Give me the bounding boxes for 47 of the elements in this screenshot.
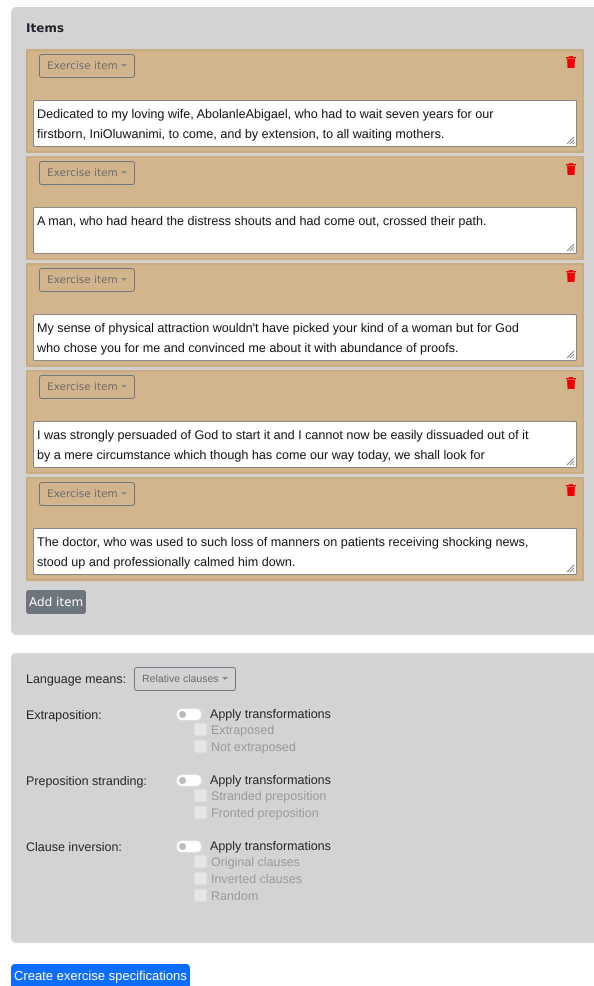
option-label: Not extraposed — [211, 740, 296, 754]
trash-icon[interactable] — [566, 270, 576, 282]
item-text-field[interactable]: I was strongly persuaded of God to start it and I cannot now be easily dissuaded out of it by a mere circumstance which though has come our way today, we shall look for — [33, 421, 577, 468]
caret-icon — [120, 278, 127, 282]
resize-grip-icon[interactable] — [565, 563, 575, 573]
resize-grip-icon[interactable] — [565, 349, 575, 359]
option-label: Inverted clauses — [211, 872, 302, 886]
item-type-dropdown[interactable]: Exercise item — [39, 161, 135, 185]
items-heading: Items — [26, 21, 65, 35]
caret-icon — [120, 171, 127, 175]
item-type-dropdown[interactable]: Exercise item — [39, 375, 135, 399]
option-label: Original clauses — [211, 854, 300, 868]
trash-icon[interactable] — [566, 56, 576, 68]
toggle-label: Apply transformations — [210, 707, 331, 721]
option-label: Stranded preposition — [211, 788, 326, 802]
trash-icon[interactable] — [566, 163, 576, 175]
caret-icon — [120, 492, 127, 496]
resize-grip-icon[interactable] — [565, 135, 575, 145]
resize-grip-icon[interactable] — [565, 242, 575, 252]
group-label: Extraposition: — [26, 707, 103, 724]
toggle-switch[interactable] — [176, 840, 202, 852]
option-label: Extraposed — [211, 722, 274, 736]
option-label: Random — [211, 888, 258, 902]
trash-icon[interactable] — [566, 377, 576, 389]
item-text-field[interactable]: My sense of physical attraction wouldn't have picked your kind of a woman but for God who chose you for me and convinced me about it with abundance of proofs. — [33, 314, 577, 361]
toggle-switch[interactable] — [176, 708, 202, 720]
item-type-dropdown[interactable]: Exercise item — [39, 268, 135, 292]
add-item-button[interactable]: Add item — [26, 590, 86, 614]
item-type-dropdown[interactable]: Exercise item — [39, 482, 135, 506]
toggle-switch[interactable] — [176, 774, 202, 786]
group-label: Clause inversion: — [26, 839, 123, 856]
item-text-field[interactable]: A man, who had heard the distress shouts and had come out, crossed their path. — [33, 207, 577, 254]
caret-icon — [120, 385, 127, 389]
language-means-dropdown[interactable]: Relative clauses — [134, 667, 236, 691]
toggle-label: Apply transformations — [210, 773, 331, 787]
group-label: Preposition stranding: — [26, 773, 148, 790]
toggle-label: Apply transformations — [210, 839, 331, 853]
item-type-dropdown[interactable]: Exercise item — [39, 54, 135, 78]
language-means-label: Language means: — [26, 672, 126, 686]
caret-icon — [120, 64, 127, 68]
trash-icon[interactable] — [566, 484, 576, 496]
caret-icon — [222, 677, 228, 681]
item-text-field[interactable]: Dedicated to my loving wife, AbolanleAbigael, who had to wait seven years for our firstborn, IniOluwanimi, to come, and by extension, to all waiting mothers. — [33, 100, 577, 147]
resize-grip-icon[interactable] — [565, 456, 575, 466]
item-text-field[interactable]: The doctor, who was used to such loss of manners on patients receiving shocking news, stood up and professionally calmed him down. — [33, 528, 577, 575]
option-label: Fronted preposition — [211, 806, 319, 820]
create-specifications-button[interactable]: Create exercise specifications — [11, 964, 190, 986]
